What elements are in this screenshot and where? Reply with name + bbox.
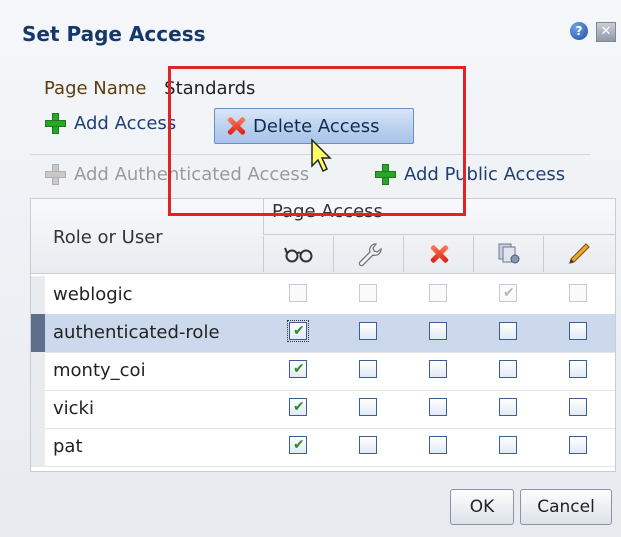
customize-checkbox[interactable] [359, 436, 377, 454]
customize-checkbox [359, 284, 377, 302]
edit-icon [543, 236, 614, 272]
row-marker [31, 314, 45, 352]
plus-icon [374, 163, 396, 185]
check-icon: ✔ [293, 323, 305, 339]
dialog-title: Set Page Access [22, 22, 206, 46]
access-table: Role or User Page Access weblogic ✔ auth… [30, 198, 616, 472]
ok-button[interactable]: OK [450, 489, 514, 525]
check-icon: ✔ [503, 285, 515, 301]
delete-access-label: Delete Access [253, 115, 380, 137]
delete-checkbox[interactable] [429, 436, 447, 454]
plus-icon [44, 163, 66, 185]
view-checkbox[interactable]: ✔ [287, 320, 309, 342]
table-row[interactable]: weblogic ✔ [31, 276, 615, 315]
check-icon: ✔ [293, 437, 305, 453]
add-public-access-label: Add Public Access [404, 163, 566, 185]
check-icon: ✔ [293, 361, 305, 377]
edit-checkbox[interactable] [569, 360, 587, 378]
row-label: authenticated-role [53, 322, 220, 343]
add-access-label: Add Access [74, 112, 177, 134]
customize-icon [333, 236, 404, 272]
view-checkbox[interactable]: ✔ [289, 398, 307, 416]
plus-icon [44, 112, 66, 134]
view-checkbox[interactable]: ✔ [289, 436, 307, 454]
page-name-label: Page Name [44, 78, 147, 99]
personalize-icon [473, 236, 544, 272]
page-access-header: Page Access [263, 199, 615, 235]
role-or-user-header: Role or User [53, 227, 163, 248]
edit-checkbox [569, 284, 587, 302]
mouse-pointer-icon [311, 138, 332, 173]
view-icon [263, 236, 334, 272]
cancel-button[interactable]: Cancel [520, 489, 612, 525]
delete-permission-icon [403, 236, 474, 272]
row-label: pat [53, 436, 83, 457]
row-marker [31, 352, 45, 390]
delete-icon [428, 243, 450, 265]
delete-icon [225, 115, 247, 137]
add-authenticated-access-label: Add Authenticated Access [74, 163, 310, 185]
page-name-row: Page Name Standards [44, 78, 255, 99]
set-page-access-dialog: Set Page Access ? ✕ Page Name Standards … [0, 0, 621, 537]
edit-checkbox[interactable] [569, 436, 587, 454]
personalize-checkbox: ✔ [499, 284, 517, 302]
row-label: vicki [53, 398, 94, 419]
row-label: weblogic [53, 284, 133, 305]
add-authenticated-access-button[interactable]: Add Authenticated Access [44, 163, 309, 185]
table-header: Role or User Page Access [31, 199, 615, 274]
customize-checkbox[interactable] [359, 398, 377, 416]
check-icon: ✔ [293, 399, 305, 415]
page-name-value: Standards [164, 78, 256, 99]
help-icon[interactable]: ? [570, 22, 588, 40]
table-row[interactable]: monty_coi ✔ [31, 352, 615, 391]
row-marker [31, 276, 45, 314]
row-marker [31, 428, 45, 466]
personalize-checkbox[interactable] [499, 436, 517, 454]
view-checkbox [289, 284, 307, 302]
row-label: monty_coi [53, 360, 146, 381]
table-row[interactable]: pat ✔ [31, 428, 615, 467]
table-row[interactable]: authenticated-role ✔ [31, 314, 615, 353]
personalize-checkbox[interactable] [499, 398, 517, 416]
customize-checkbox[interactable] [359, 360, 377, 378]
row-marker [31, 390, 45, 428]
view-checkbox[interactable]: ✔ [289, 360, 307, 378]
customize-checkbox[interactable] [359, 322, 377, 340]
personalize-checkbox[interactable] [499, 322, 517, 340]
close-icon[interactable]: ✕ [596, 22, 616, 42]
personalize-checkbox[interactable] [499, 360, 517, 378]
dialog-title-bar: Set Page Access ? ✕ [0, 0, 621, 64]
add-public-access-button[interactable]: Add Public Access [374, 163, 565, 185]
delete-checkbox[interactable] [429, 360, 447, 378]
delete-checkbox[interactable] [429, 398, 447, 416]
add-access-button[interactable]: Add Access [44, 112, 176, 134]
table-row[interactable]: vicki ✔ [31, 390, 615, 429]
delete-checkbox [429, 284, 447, 302]
edit-checkbox[interactable] [569, 398, 587, 416]
delete-checkbox[interactable] [429, 322, 447, 340]
edit-checkbox[interactable] [569, 322, 587, 340]
